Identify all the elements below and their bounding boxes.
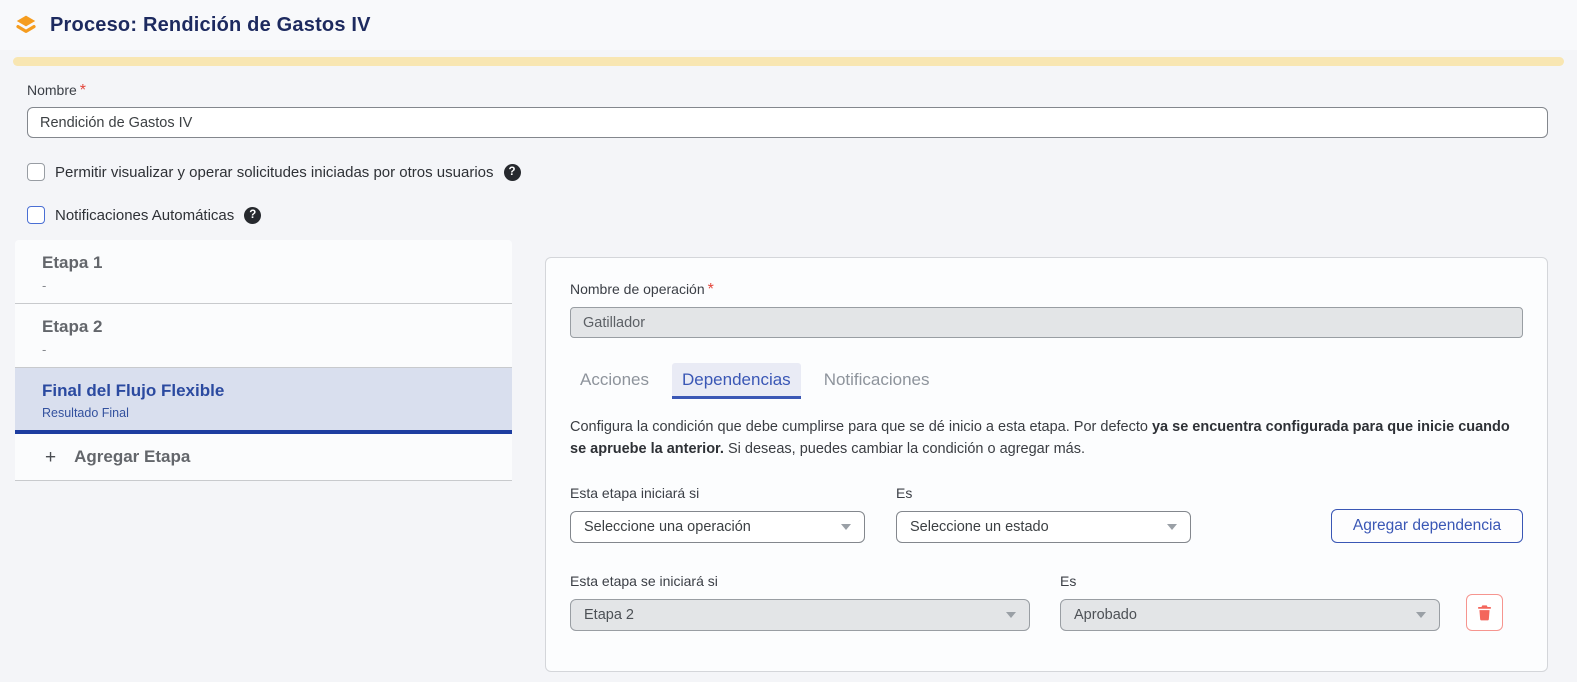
checkbox-row-notifications: Notificaciones Automáticas ?	[27, 206, 1577, 224]
required-asterisk: *	[80, 82, 86, 99]
existing-state-select: Aprobado	[1060, 599, 1440, 631]
state-select[interactable]: Seleccione un estado	[896, 511, 1191, 543]
stage-title: Etapa 2	[42, 317, 496, 337]
stage-list: Etapa 1 - Etapa 2 - Final del Flujo Flex…	[15, 240, 512, 481]
existing-dependency-row: Esta etapa se iniciará si Etapa 2 Es Apr…	[570, 573, 1523, 631]
stage-title: Etapa 1	[42, 253, 496, 273]
share-requests-checkbox[interactable]	[27, 163, 45, 181]
existing-operation-select: Etapa 2	[570, 599, 1030, 631]
process-name-input[interactable]	[27, 107, 1548, 138]
chevron-down-icon	[1167, 524, 1177, 530]
share-requests-label: Permitir visualizar y operar solicitudes…	[55, 164, 494, 181]
required-asterisk: *	[708, 281, 714, 298]
new-dependency-row: Esta etapa iniciará si Seleccione una op…	[570, 485, 1523, 543]
operation-panel: Nombre de operación* Acciones Dependenci…	[545, 257, 1548, 672]
stage-item-final-flujo-flexible[interactable]: Final del Flujo Flexible Resultado Final	[15, 368, 512, 434]
operation-select-label: Esta etapa iniciará si	[570, 485, 865, 501]
existing-operation-field: Esta etapa se iniciará si Etapa 2	[570, 573, 1030, 631]
process-form: Nombre*	[27, 82, 1548, 138]
chevron-down-icon	[1006, 612, 1016, 618]
delete-dependency-button[interactable]	[1466, 594, 1503, 631]
existing-state-field: Es Aprobado	[1060, 573, 1440, 631]
add-dependency-button[interactable]: Agregar dependencia	[1331, 509, 1523, 543]
tab-acciones[interactable]: Acciones	[570, 363, 659, 399]
operation-select-field: Esta etapa iniciará si Seleccione una op…	[570, 485, 865, 543]
help-icon[interactable]: ?	[244, 207, 261, 224]
stage-subtitle: -	[42, 278, 496, 293]
stage-item-etapa-2[interactable]: Etapa 2 -	[15, 304, 512, 368]
auto-notifications-checkbox[interactable]	[27, 206, 45, 224]
state-select-label: Es	[896, 485, 1191, 501]
add-stage-label: Agregar Etapa	[74, 447, 190, 467]
add-stage-button[interactable]: + Agregar Etapa	[15, 434, 512, 481]
existing-state-label: Es	[1060, 573, 1440, 589]
operation-name-input	[570, 307, 1523, 338]
plus-icon: +	[45, 448, 56, 467]
operation-name-label: Nombre de operación*	[570, 281, 1523, 299]
chevron-down-icon	[841, 524, 851, 530]
trash-icon	[1475, 603, 1494, 622]
stage-subtitle: Resultado Final	[42, 406, 496, 420]
tab-notificaciones[interactable]: Notificaciones	[814, 363, 940, 399]
main-content: Etapa 1 - Etapa 2 - Final del Flujo Flex…	[0, 240, 1577, 672]
operation-select[interactable]: Seleccione una operación	[570, 511, 865, 543]
tab-dependencias[interactable]: Dependencias	[672, 363, 801, 399]
page-header: Proceso: Rendición de Gastos IV	[0, 0, 1577, 50]
checkbox-row-share: Permitir visualizar y operar solicitudes…	[27, 163, 1577, 181]
existing-operation-label: Esta etapa se iniciará si	[570, 573, 1030, 589]
help-icon[interactable]: ?	[504, 164, 521, 181]
accent-bar	[13, 57, 1564, 66]
operation-tabs: Acciones Dependencias Notificaciones	[570, 363, 1523, 399]
name-label: Nombre*	[27, 82, 1548, 100]
stage-subtitle: -	[42, 342, 496, 357]
layers-icon	[14, 13, 38, 37]
page-title: Proceso: Rendición de Gastos IV	[50, 14, 371, 37]
state-select-field: Es Seleccione un estado	[896, 485, 1191, 543]
auto-notifications-label: Notificaciones Automáticas	[55, 207, 234, 224]
stage-title: Final del Flujo Flexible	[42, 381, 496, 401]
stage-item-etapa-1[interactable]: Etapa 1 -	[15, 240, 512, 304]
chevron-down-icon	[1416, 612, 1426, 618]
dependencies-description: Configura la condición que debe cumplirs…	[570, 416, 1523, 461]
